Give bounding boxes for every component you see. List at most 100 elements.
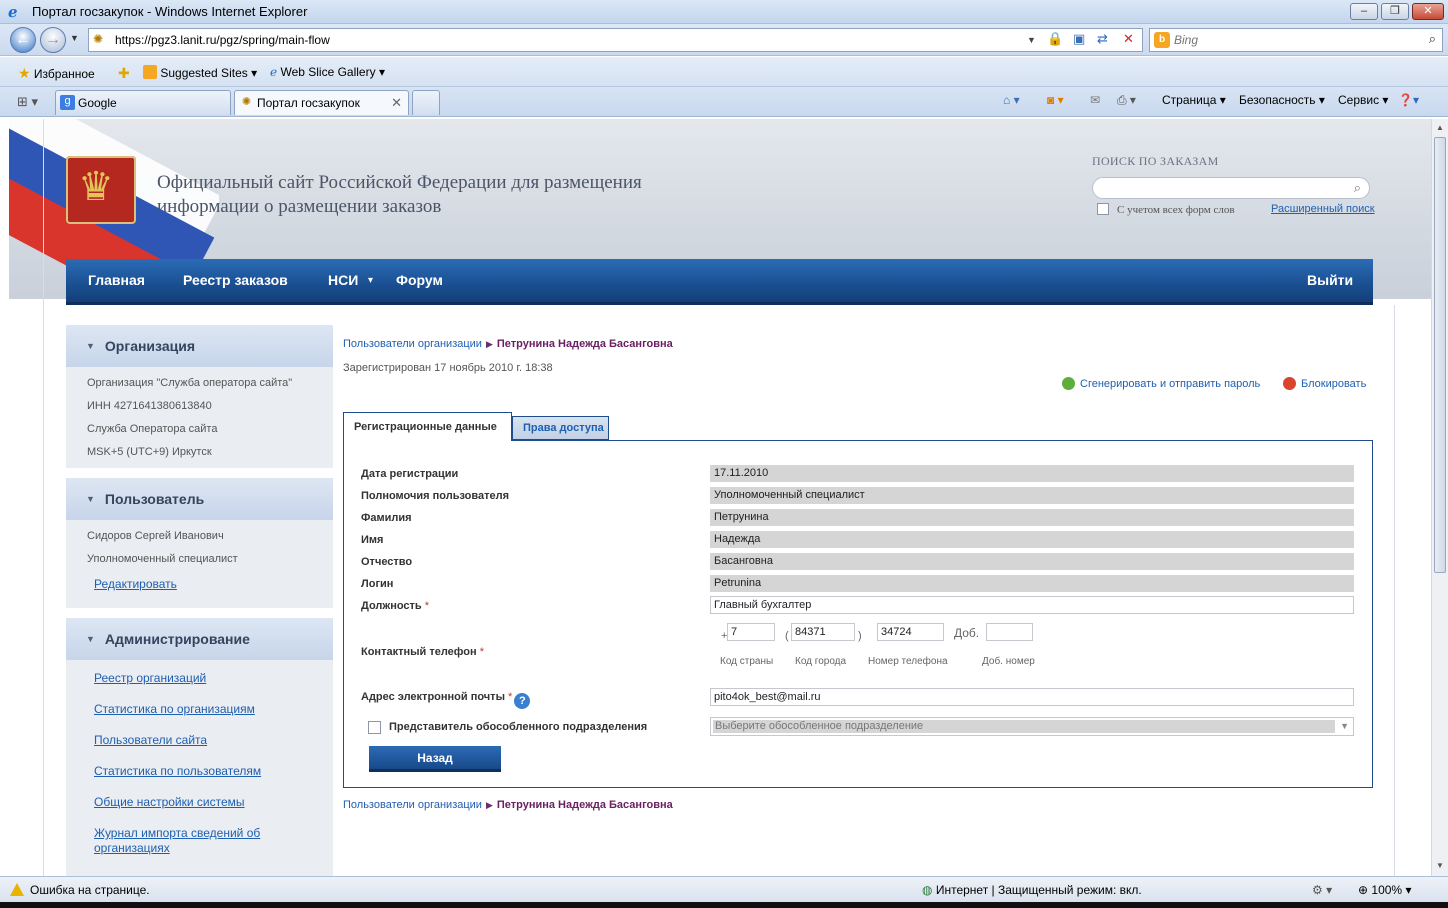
breadcrumb-parent-link[interactable]: Пользователи организации <box>343 338 482 350</box>
breadcrumb-bottom: Пользователи организации ▶ Петрунина Надеж… <box>343 799 673 811</box>
site-title: Официальный сайт Российской Федерации дл… <box>157 172 642 217</box>
field-label-patronymic: Отчество <box>361 556 413 568</box>
favorites-star-icon: ★ <box>18 65 31 81</box>
home-icon[interactable]: ⌂ ▾ <box>1003 93 1020 107</box>
print-icon[interactable]: ⎙ ▾ <box>1117 93 1136 108</box>
address-bar-row: ← → ▼ ✺ https://pgz3.lanit.ru/pgz/spring… <box>0 24 1448 56</box>
tab-access-rights[interactable]: Права доступа <box>512 416 609 440</box>
tab-registration-data[interactable]: Регистрационные данные <box>343 412 512 441</box>
phone-number-input[interactable]: 34724 <box>877 623 944 641</box>
zoom-control[interactable]: ⊕ 100% ▾ <box>1358 883 1411 897</box>
feeds-icon[interactable]: ◙ ▾ <box>1047 93 1064 107</box>
branch-representative-checkbox[interactable] <box>368 721 381 734</box>
page-error-status[interactable]: Ошибка на странице. <box>10 883 150 897</box>
recent-pages-dropdown-icon[interactable]: ▼ <box>70 33 79 43</box>
nav-nsi[interactable]: НСИ <box>328 272 358 288</box>
field-value-reg-date: 17.11.2010 <box>710 465 1354 482</box>
quick-tabs-icon[interactable]: ⊞ ▾ <box>17 94 38 110</box>
back-button[interactable]: Назад <box>369 746 501 772</box>
vertical-scrollbar[interactable]: ▲ ▼ <box>1431 119 1448 876</box>
admin-link-site-users[interactable]: Пользователи сайта <box>94 733 207 747</box>
all-word-forms-option[interactable]: С учетом всех форм слов <box>1097 203 1235 216</box>
phone-country-input[interactable]: 7 <box>727 623 775 641</box>
read-mail-icon[interactable]: ✉ <box>1090 93 1100 107</box>
order-search-input[interactable]: ⌕ <box>1092 177 1370 199</box>
coat-of-arms-logo[interactable]: ♛ <box>66 156 136 224</box>
bing-icon: b <box>1154 32 1170 48</box>
generate-password-link[interactable]: Сгенерировать и отправить пароль <box>1062 377 1260 390</box>
nav-forum[interactable]: Форум <box>396 272 443 288</box>
phone-paren-close: ) <box>858 630 862 642</box>
search-icon[interactable]: ⌕ <box>1429 31 1436 47</box>
minimize-button[interactable]: – <box>1350 3 1378 20</box>
suggested-sites-button[interactable]: Suggested Sites ▾ <box>143 65 257 80</box>
nav-home[interactable]: Главная <box>88 272 145 288</box>
edit-user-link[interactable]: Редактировать <box>94 577 177 591</box>
scroll-up-icon[interactable]: ▲ <box>1436 123 1444 132</box>
tab-portal[interactable]: ✺ Портал госзакупок ✕ <box>234 90 409 115</box>
url-text: https://pgz3.lanit.ru/pgz/spring/main-fl… <box>115 33 330 47</box>
safety-menu[interactable]: Безопасность ▾ <box>1239 93 1325 107</box>
search-icon[interactable]: ⌕ <box>1354 180 1361 196</box>
forward-nav-button[interactable]: → <box>40 27 66 53</box>
field-label-login: Логин <box>361 578 394 590</box>
regenerate-icon <box>1062 377 1075 390</box>
help-icon[interactable]: ? <box>514 693 531 709</box>
scroll-down-icon[interactable]: ▼ <box>1436 861 1444 870</box>
suggested-sites-icon <box>143 65 157 79</box>
nav-orders-registry[interactable]: Реестр заказов <box>183 272 288 288</box>
block-user-link[interactable]: Блокировать <box>1283 377 1366 390</box>
user-panel-header[interactable]: ▼ Пользователь <box>66 478 333 520</box>
lock-icon[interactable]: 🔒 <box>1047 31 1063 47</box>
tools-menu[interactable]: Сервис ▾ <box>1338 93 1388 107</box>
window-titlebar: ℯ Портал госзакупок - Windows Internet E… <box>0 0 1448 24</box>
branch-select[interactable]: Выберите обособленное подразделение ▼ <box>710 717 1354 736</box>
status-bar: Ошибка на странице. ◍ Интернет | Защищен… <box>0 876 1448 902</box>
refresh-icon[interactable]: ⇄ <box>1097 31 1108 47</box>
security-zone-status[interactable]: ◍ Интернет | Защищенный режим: вкл. <box>922 883 1142 897</box>
field-label-email: Адрес электронной почты *? <box>361 691 531 709</box>
maximize-button[interactable]: ❐ <box>1381 3 1409 20</box>
browser-search-box[interactable]: b ⌕ <box>1149 28 1443 52</box>
administration-panel-header[interactable]: ▼ Администрирование <box>66 618 333 660</box>
position-input[interactable]: Главный бухгалтер <box>710 596 1354 614</box>
protected-mode-icon[interactable]: ⚙ ▾ <box>1312 883 1332 897</box>
tab-google[interactable]: g Google <box>55 90 231 115</box>
all-word-forms-checkbox[interactable] <box>1097 203 1109 215</box>
favorites-button[interactable]: ★ Избранное <box>18 65 95 82</box>
help-menu-icon[interactable]: ❓▾ <box>1398 93 1419 107</box>
email-input[interactable]: pito4ok_best@mail.ru <box>710 688 1354 706</box>
admin-link-user-stats[interactable]: Статистика по пользователям <box>94 764 261 778</box>
google-favicon-icon: g <box>60 95 75 110</box>
admin-link-org-registry[interactable]: Реестр организаций <box>94 671 206 685</box>
admin-link-import-journal[interactable]: Журнал импорта сведений об организациях <box>94 826 274 856</box>
breadcrumb-current: Петрунина Надежда Басанговна <box>496 799 673 811</box>
required-mark: * <box>508 691 513 703</box>
url-dropdown-icon[interactable]: ▼ <box>1027 35 1036 45</box>
back-nav-button[interactable]: ← <box>10 27 36 53</box>
page-menu[interactable]: Страница ▾ <box>1162 93 1226 107</box>
block-icon <box>1283 377 1296 390</box>
phone-ext-input[interactable] <box>986 623 1033 641</box>
close-window-button[interactable]: ✕ <box>1412 3 1444 20</box>
admin-link-org-stats[interactable]: Статистика по организациям <box>94 702 255 716</box>
phone-city-input[interactable]: 84371 <box>791 623 855 641</box>
add-favorites-icon[interactable]: ✚ <box>118 65 130 82</box>
org-name: Организация "Служба оператора сайта" <box>87 377 293 389</box>
web-slice-gallery-button[interactable]: ℯ Web Slice Gallery ▾ <box>270 65 385 79</box>
url-field[interactable]: ✺ https://pgz3.lanit.ru/pgz/spring/main-… <box>88 28 1143 52</box>
field-label-reg-date: Дата регистрации <box>361 468 459 480</box>
nav-nsi-dropdown-icon[interactable]: ▾ <box>368 275 373 286</box>
scrollbar-thumb[interactable] <box>1434 137 1446 573</box>
browser-search-input[interactable] <box>1174 31 1404 49</box>
breadcrumb-parent-link[interactable]: Пользователи организации <box>343 799 482 811</box>
advanced-search-link[interactable]: Расширенный поиск <box>1271 203 1375 215</box>
field-label-authority: Полномочия пользователя <box>361 490 510 502</box>
close-tab-icon[interactable]: ✕ <box>391 95 402 111</box>
stop-icon[interactable]: ✕ <box>1123 31 1134 47</box>
new-tab-button[interactable] <box>412 90 440 115</box>
compatibility-view-icon[interactable]: ▣ <box>1073 31 1085 47</box>
admin-link-system-settings[interactable]: Общие настройки системы <box>94 795 245 809</box>
organization-panel-header[interactable]: ▼ Организация <box>66 325 333 367</box>
logout-link[interactable]: Выйти <box>1307 272 1353 288</box>
